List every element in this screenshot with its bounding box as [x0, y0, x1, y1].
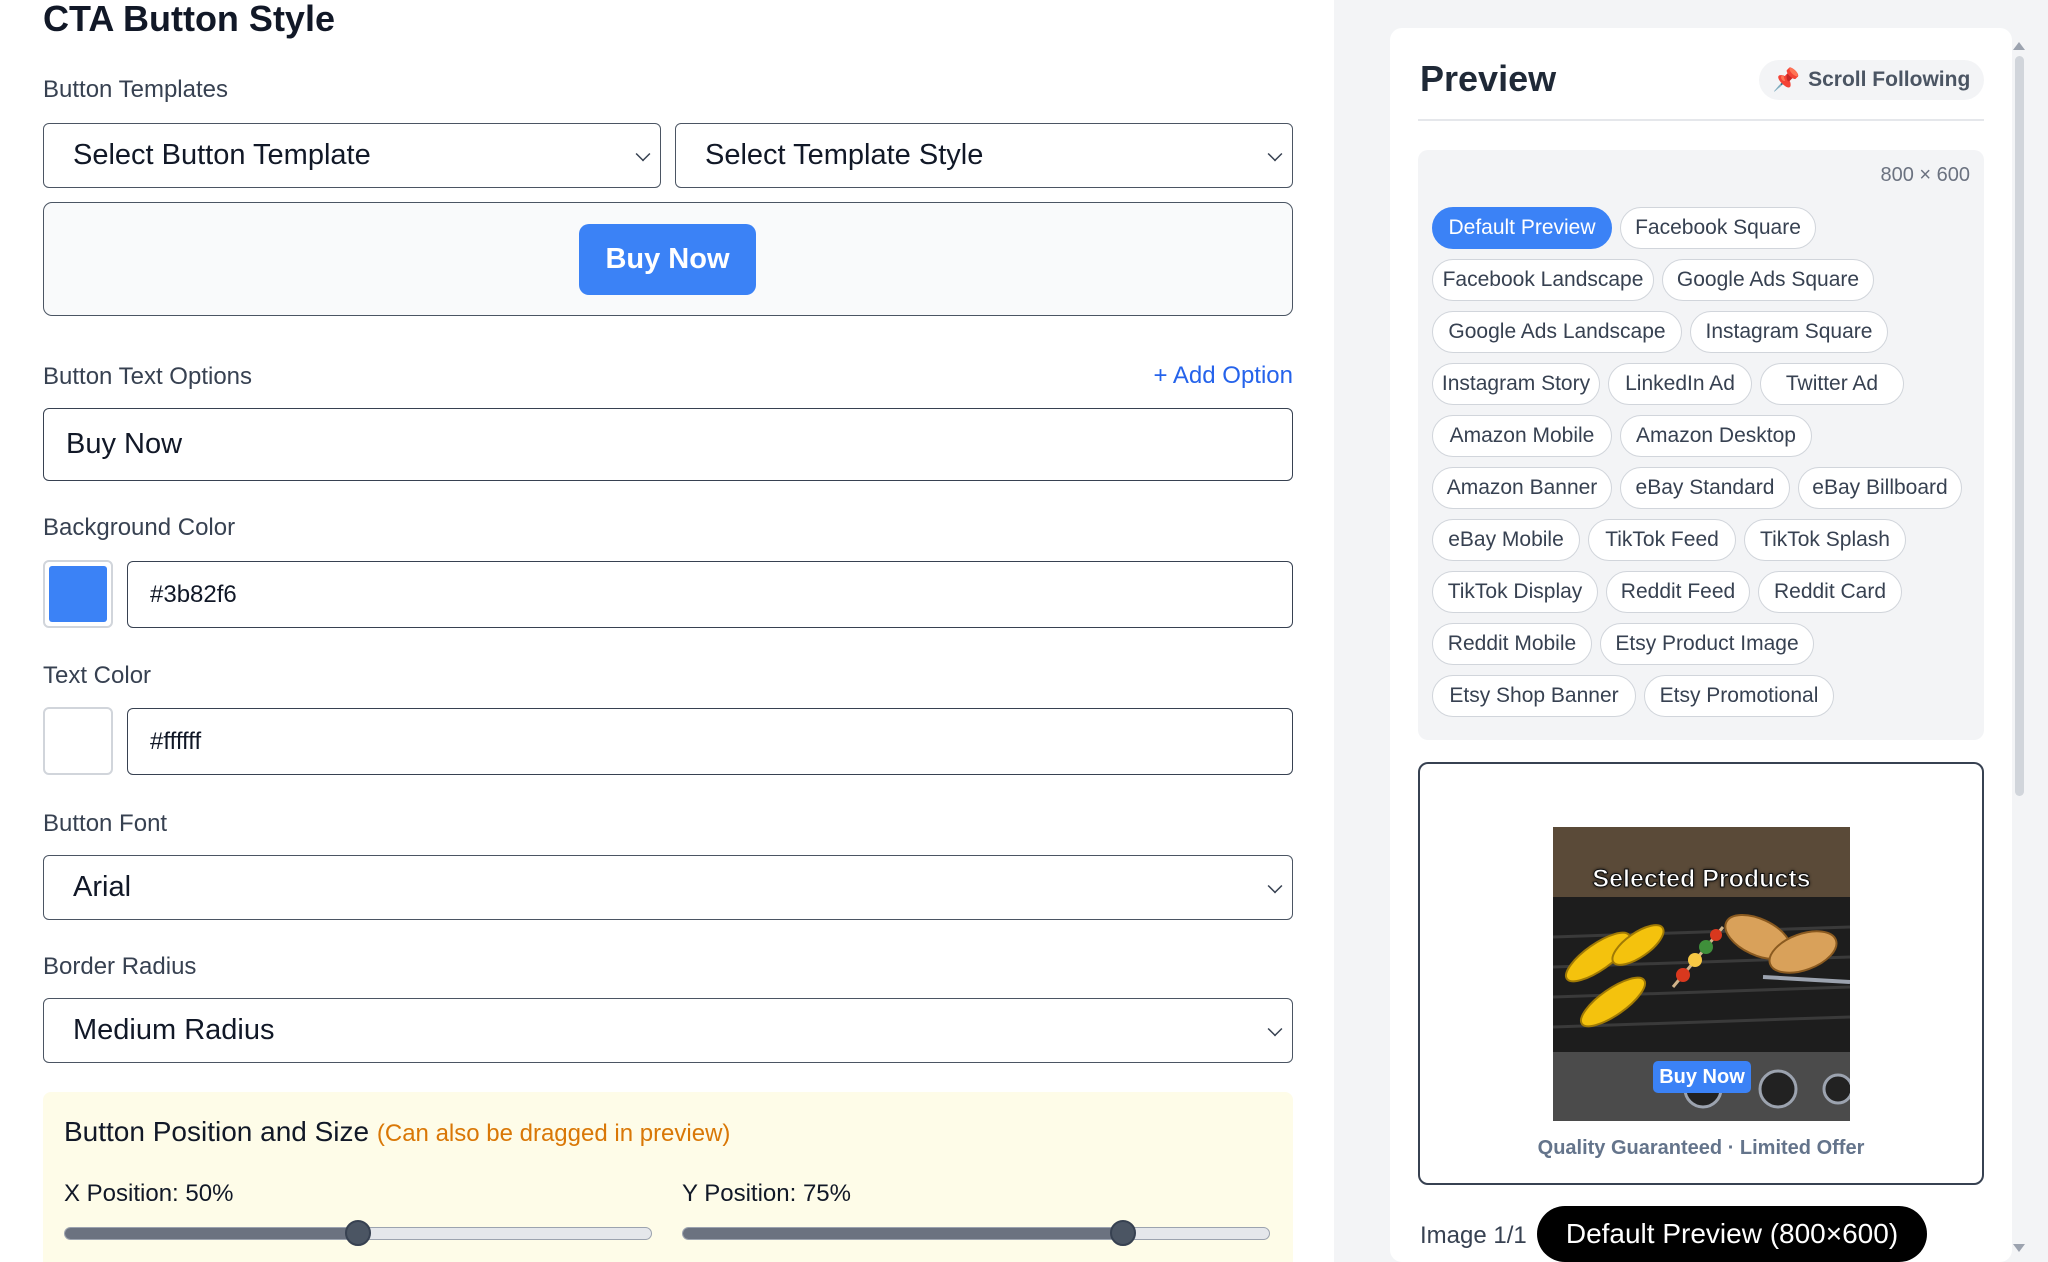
position-note: (Can also be dragged in preview) — [376, 1120, 731, 1147]
scroll-following-label: Scroll Following — [1808, 68, 1971, 91]
bg-color-label: Background Color — [43, 514, 236, 541]
preset-chip[interactable]: Instagram Story — [1432, 363, 1600, 405]
preset-chip[interactable]: Facebook Square — [1620, 207, 1816, 249]
add-option-link[interactable]: + Add Option — [1154, 362, 1293, 390]
quality-text: Quality Guaranteed · Limited Offer — [1537, 1137, 1865, 1159]
radius-label: Border Radius — [43, 953, 197, 980]
text-color-value: #ffffff — [150, 727, 202, 755]
x-slider-thumb[interactable] — [345, 1220, 371, 1246]
image-buy-button[interactable]: Buy Now — [1653, 1061, 1751, 1093]
position-title-text: Button Position and Size — [64, 1116, 370, 1147]
templates-label: Button Templates — [43, 76, 229, 103]
bg-color-input[interactable]: #3b82f6 — [127, 561, 1293, 628]
preview-divider — [1418, 119, 1984, 121]
preset-chip[interactable]: TikTok Splash — [1744, 519, 1906, 561]
x-position-slider[interactable] — [64, 1220, 652, 1246]
chevron-down-icon — [635, 146, 651, 161]
preset-chip[interactable]: Instagram Square — [1690, 311, 1888, 353]
preset-chip[interactable]: eBay Mobile — [1432, 519, 1580, 561]
radius-select[interactable]: Medium Radius — [43, 998, 1293, 1063]
preset-chip[interactable]: Etsy Product Image — [1600, 623, 1814, 665]
panel-title: CTA Button Style — [43, 0, 335, 39]
preview-dimensions: 800 × 600 — [1880, 164, 1970, 186]
preview-title: Preview — [1420, 58, 1557, 99]
image-count: Image 1/1 — [1420, 1222, 1527, 1249]
template-style-select[interactable]: Select Template Style — [675, 123, 1293, 188]
button-text-value: Buy Now — [66, 428, 183, 460]
button-template-value: Select Button Template — [73, 139, 371, 171]
font-value: Arial — [73, 871, 132, 903]
bg-color-value: #3b82f6 — [150, 580, 237, 608]
template-style-value: Select Template Style — [705, 139, 984, 171]
bg-color-swatch[interactable] — [43, 560, 113, 628]
pushpin-icon: 📌 — [1772, 67, 1801, 92]
preset-chip[interactable]: Reddit Feed — [1606, 571, 1750, 613]
preset-chip[interactable]: Amazon Banner — [1432, 467, 1612, 509]
text-options-label: Button Text Options — [43, 363, 253, 390]
chevron-down-icon — [1267, 878, 1283, 893]
font-label: Button Font — [43, 810, 168, 837]
scrollbar-thumb[interactable] — [2015, 56, 2024, 796]
preset-chip[interactable]: Amazon Desktop — [1620, 415, 1812, 457]
y-position-label: Y Position: 75% — [682, 1180, 851, 1207]
x-slider-fill — [65, 1228, 358, 1239]
scroll-down-icon[interactable] — [2013, 1244, 2025, 1252]
preset-chip[interactable]: eBay Billboard — [1798, 467, 1962, 509]
y-slider-thumb[interactable] — [1109, 1220, 1136, 1246]
preset-chip[interactable]: Reddit Card — [1758, 571, 1902, 613]
preset-chip[interactable]: Etsy Shop Banner — [1432, 675, 1636, 717]
chevron-down-icon — [1267, 146, 1283, 161]
preset-chip[interactable]: LinkedIn Ad — [1608, 363, 1752, 405]
preset-chip[interactable]: Google Ads Square — [1662, 259, 1874, 301]
scroll-following-toggle[interactable]: 📌 Scroll Following — [1759, 60, 1984, 100]
preset-chip[interactable]: Amazon Mobile — [1432, 415, 1612, 457]
y-slider-fill — [683, 1228, 1123, 1239]
text-color-input[interactable]: #ffffff — [127, 708, 1293, 775]
position-title: Button Position and Size (Can also be dr… — [64, 1116, 730, 1148]
preset-chip[interactable]: Reddit Mobile — [1432, 623, 1592, 665]
y-position-slider[interactable] — [682, 1220, 1270, 1246]
font-select[interactable]: Arial — [43, 855, 1293, 920]
radius-value: Medium Radius — [73, 1014, 275, 1046]
x-position-label: X Position: 50% — [64, 1180, 234, 1207]
text-color-swatch[interactable] — [43, 707, 113, 775]
image-preset-pill: Default Preview (800×600) — [1537, 1206, 1927, 1262]
scroll-up-icon[interactable] — [2013, 42, 2025, 50]
chevron-down-icon — [1267, 1021, 1283, 1036]
preset-chip[interactable]: Google Ads Landscape — [1432, 311, 1682, 353]
preset-chip[interactable]: TikTok Display — [1432, 571, 1598, 613]
text-color-label: Text Color — [43, 662, 152, 689]
button-template-select[interactable]: Select Button Template — [43, 123, 661, 188]
preview-buy-button[interactable]: Buy Now — [579, 224, 756, 295]
preset-chip[interactable]: Default Preview — [1432, 207, 1612, 249]
preset-list: 800 × 600 Default Preview Facebook Square… — [1418, 150, 1984, 740]
product-image-title: Selected Products — [1592, 865, 1811, 894]
text-color-fill — [49, 713, 107, 769]
button-text-input[interactable]: Buy Now — [43, 408, 1293, 481]
cta-style-panel: CTA Button Style Button Templates Select… — [0, 0, 1334, 1262]
preset-chip[interactable]: Etsy Promotional — [1644, 675, 1834, 717]
preset-chip[interactable]: Facebook Landscape — [1432, 259, 1654, 301]
preset-chip[interactable]: eBay Standard — [1620, 467, 1790, 509]
preset-chip[interactable]: Twitter Ad — [1760, 363, 1904, 405]
bg-color-fill — [49, 566, 107, 622]
preset-chip[interactable]: TikTok Feed — [1588, 519, 1736, 561]
scrollbar[interactable] — [2012, 42, 2026, 1252]
